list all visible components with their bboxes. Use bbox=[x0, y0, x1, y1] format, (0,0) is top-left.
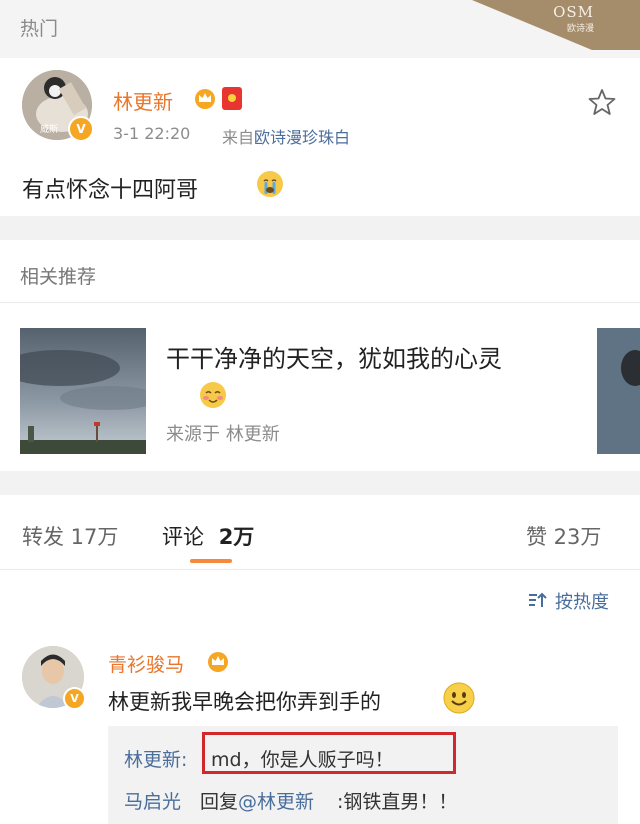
reply-author-link[interactable]: 马启光 bbox=[124, 787, 181, 814]
post-text: 有点怀念十四阿哥 bbox=[22, 178, 199, 203]
tab-comment-count: 2万 bbox=[218, 525, 255, 549]
hongbao-icon bbox=[222, 87, 242, 110]
post-source-link[interactable]: 欧诗漫珍珠白 bbox=[254, 124, 350, 148]
reply-author-link[interactable]: 林更新: bbox=[124, 745, 187, 772]
blush-emoji-icon bbox=[199, 381, 227, 409]
post-avatar[interactable]: 威斯 V bbox=[22, 70, 94, 142]
related-card-text: 干干净净的天空，犹如我的心灵 bbox=[166, 345, 502, 373]
smile-emoji-icon bbox=[443, 682, 475, 714]
tab-like[interactable]: 赞 23万 bbox=[526, 521, 601, 551]
osm-brand-badge: OSM 欧诗漫 bbox=[472, 0, 640, 50]
commenter-crown-icon bbox=[207, 650, 229, 672]
tab-comment-label: 评论 bbox=[162, 525, 204, 549]
star-icon[interactable] bbox=[588, 88, 616, 116]
post-source-prefix: 来自 bbox=[222, 128, 255, 147]
comment-text: 林更新我早晚会把你弄到手的 bbox=[108, 690, 381, 714]
avatar-watermark: 威斯 bbox=[40, 125, 59, 135]
related-thumbnail-next[interactable] bbox=[597, 328, 640, 454]
hot-section-title: 热门 bbox=[20, 18, 59, 40]
sort-by-heat-button[interactable]: 按热度 bbox=[555, 588, 609, 614]
tab-comment[interactable]: 评论 2万 bbox=[162, 521, 254, 551]
related-thumbnail[interactable] bbox=[20, 328, 146, 454]
verified-badge-icon: V bbox=[68, 116, 94, 142]
osm-brand-subtitle: 欧诗漫 bbox=[566, 24, 594, 34]
osm-brand-text: OSM bbox=[553, 3, 594, 21]
commenter-username[interactable]: 青衫骏马 bbox=[108, 650, 184, 677]
tab-repost[interactable]: 转发 17万 bbox=[22, 521, 118, 551]
related-title: 相关推荐 bbox=[20, 266, 97, 288]
commenter-verified-badge-icon: V bbox=[63, 687, 86, 710]
commenter-avatar[interactable]: V bbox=[22, 646, 86, 710]
red-highlight-box bbox=[202, 732, 456, 774]
crown-icon bbox=[194, 87, 216, 109]
crying-emoji-icon bbox=[256, 170, 284, 198]
related-card-source: 来源于 林更新 bbox=[166, 424, 280, 445]
reply-word: 回复 bbox=[200, 791, 239, 813]
post-username[interactable]: 林更新 bbox=[113, 86, 173, 115]
reply-text: :钢铁直男！！ bbox=[337, 791, 458, 813]
sort-icon[interactable] bbox=[527, 590, 547, 610]
post-time: 3-1 22:20 bbox=[113, 124, 191, 143]
active-tab-indicator bbox=[190, 559, 232, 563]
reply-mention-link[interactable]: @林更新 bbox=[238, 787, 314, 814]
